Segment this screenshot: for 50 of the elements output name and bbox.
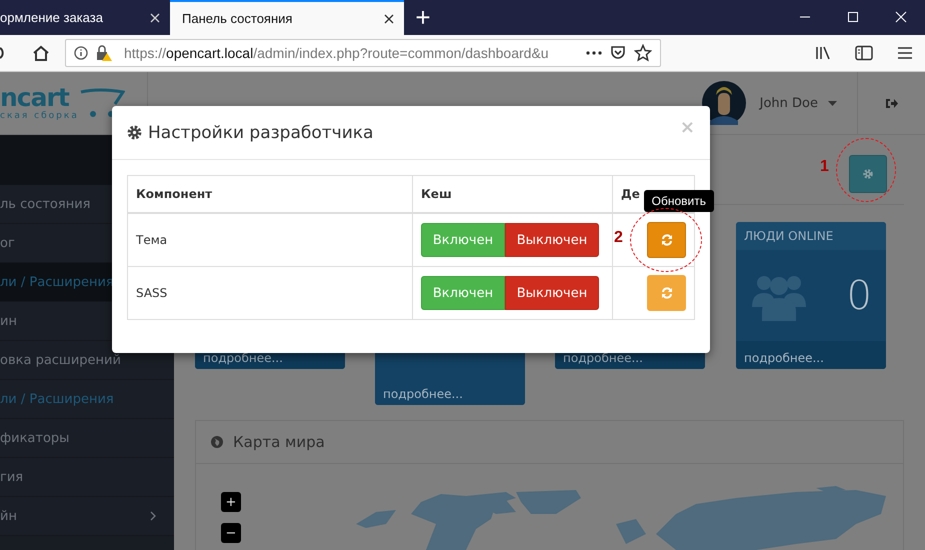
tooltip: Обновить	[644, 190, 714, 212]
annotation-number: 1	[820, 158, 829, 176]
cart-icon	[78, 88, 125, 118]
sidebar-icon[interactable]	[855, 45, 873, 61]
modal-title: Настройки разработчика	[148, 122, 374, 142]
menu-icon[interactable]	[897, 46, 913, 60]
refresh-button[interactable]	[647, 222, 686, 258]
enable-button[interactable]: Включен	[421, 276, 505, 310]
zoom-out-button[interactable]: −	[221, 523, 241, 543]
caret-icon	[828, 100, 837, 106]
annotation-number: 2	[614, 229, 623, 247]
home-icon[interactable]	[32, 45, 50, 61]
new-tab-button[interactable]: +	[408, 0, 438, 35]
close-icon[interactable]	[384, 14, 394, 24]
refresh-icon	[660, 234, 672, 246]
lock-warning-icon[interactable]	[96, 45, 112, 61]
disable-button[interactable]: Выключен	[505, 276, 599, 310]
more-link[interactable]: подробнее...	[736, 341, 886, 369]
settings-button[interactable]	[849, 155, 887, 193]
maximize-icon[interactable]	[847, 11, 859, 23]
star-icon[interactable]	[634, 44, 652, 62]
refresh-icon	[660, 287, 672, 299]
logo-subtitle: ская сборка	[0, 111, 79, 121]
logout-icon[interactable]	[885, 98, 898, 108]
browser-tab[interactable]: Панель состояния	[170, 0, 404, 35]
url-text: https://opencart.local/admin/index.php?route=common/dashboard&u	[124, 45, 550, 61]
library-icon[interactable]	[815, 45, 831, 61]
column-header: Кеш	[412, 176, 612, 213]
table-cell: Тема	[136, 233, 168, 247]
tile-value: 0	[846, 272, 872, 318]
tile-title: ЛЮДИ ONLINE	[744, 229, 834, 243]
zoom-in-button[interactable]: +	[221, 492, 241, 512]
annotation-circle	[630, 208, 702, 272]
address-bar[interactable]: https://opencart.local/admin/index.php?route=common/dashboard&u	[65, 39, 661, 67]
table-cell: SASS	[136, 286, 168, 300]
enable-button[interactable]: Включен	[421, 223, 505, 257]
panel-title: Карта мира	[233, 433, 325, 451]
gear-icon	[127, 125, 142, 140]
browser-tab[interactable]: ормление заказа	[0, 0, 170, 35]
avatar-icon[interactable]	[702, 81, 746, 125]
info-icon[interactable]	[74, 46, 88, 60]
logo-text: ncart	[0, 85, 70, 111]
disable-button[interactable]: Выключен	[505, 223, 599, 257]
column-header: Компонент	[128, 176, 412, 213]
user-menu-button[interactable]: John Doe	[760, 96, 837, 110]
gear-icon	[862, 168, 874, 180]
more-icon[interactable]	[586, 51, 602, 55]
pocket-icon[interactable]	[610, 45, 626, 61]
annotation-circle	[836, 138, 896, 202]
globe-icon	[211, 436, 223, 448]
